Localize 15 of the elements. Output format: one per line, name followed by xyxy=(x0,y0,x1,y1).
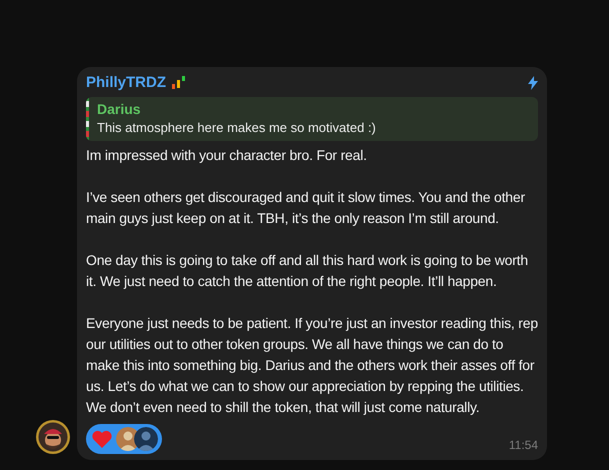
reply-author: Darius xyxy=(97,100,142,118)
reaction-pill[interactable] xyxy=(86,424,162,454)
message-paragraph: Everyone just needs to be patient. If you’re just an investor reading this, rep our utilities out to other token groups. We all have things we can do to make this into something big. Darius and the others work their asses off for us. Let’s do what we can to show our appreciation by repping the utilities. We don’t even need to shill the token, that will just come naturally. xyxy=(86,314,538,417)
message-time: 11:54 xyxy=(508,437,538,453)
quote-stripe xyxy=(86,97,89,141)
sender-name[interactable]: PhillyTRDZ xyxy=(86,73,166,93)
message-paragraph: One day this is going to take off and all this hard work is going to be worth it. We just need to catch the attention of the right people. It’ll happen. xyxy=(86,251,529,291)
candlestick-icon xyxy=(170,75,186,91)
lightning-icon xyxy=(528,76,538,90)
reply-text: This atmosphere here makes me so motivated :) xyxy=(97,119,376,137)
reply-quote[interactable]: Darius This atmosphere here makes me so motivated :) xyxy=(86,97,538,141)
message-paragraph: Im impressed with your character bro. For real. xyxy=(86,146,368,165)
message-paragraph: I’ve seen others get discouraged and quit it slow times. You and the other main guys just keep on at it. TBH, it’s the only reason I’m still around. xyxy=(86,188,526,228)
reactor-avatar xyxy=(134,427,158,451)
heart-icon xyxy=(92,430,112,448)
